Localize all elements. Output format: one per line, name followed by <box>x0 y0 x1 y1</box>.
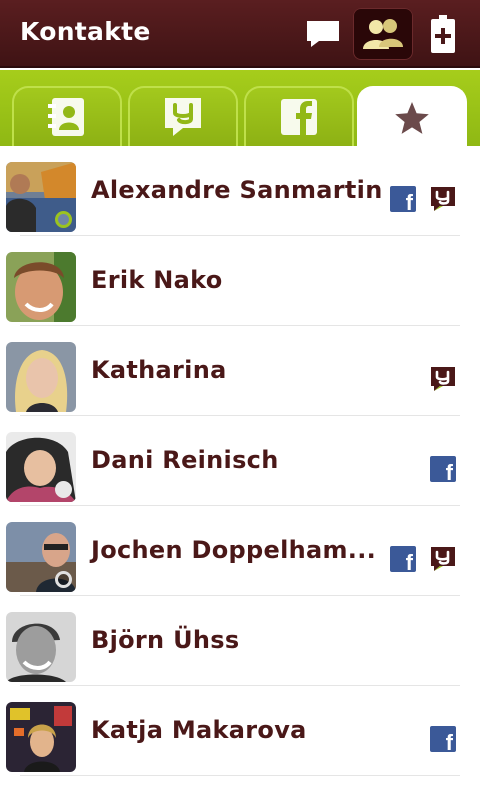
facebook-badge-icon: f <box>390 546 416 572</box>
contacts-button[interactable] <box>353 8 413 60</box>
top-bar: Kontakte <box>0 0 480 68</box>
contact-name: Dani Reinisch <box>91 446 279 474</box>
tab-facebook[interactable] <box>244 86 354 146</box>
contact-badges: f <box>430 456 456 482</box>
yap-icon <box>165 98 201 136</box>
contact-badges <box>430 366 456 392</box>
tab-address-book[interactable] <box>12 86 122 146</box>
contact-name: Alexandre Sanmartin <box>91 176 383 204</box>
contact-badges: f <box>430 726 456 752</box>
facebook-icon <box>281 99 317 135</box>
tab-bar <box>0 70 480 148</box>
tab-yap[interactable] <box>128 86 238 146</box>
avatar <box>6 162 76 232</box>
contact-name: Katja Makarova <box>91 716 307 744</box>
contact-name: Björn Ühss <box>91 626 240 654</box>
contact-row[interactable]: Erik Nako <box>6 236 460 326</box>
contact-list: Alexandre Sanmartin f Erik Nako Katharin… <box>0 146 480 776</box>
star-icon <box>395 102 429 134</box>
facebook-badge-icon: f <box>430 726 456 752</box>
yap-badge-icon <box>431 367 455 391</box>
contact-row[interactable]: Dani Reinisch f <box>6 416 460 506</box>
contact-row[interactable]: Alexandre Sanmartin f <box>6 146 460 236</box>
facebook-badge-icon: f <box>430 456 456 482</box>
facebook-badge-icon: f <box>390 186 416 212</box>
message-icon <box>307 21 339 47</box>
contact-row[interactable]: Katharina <box>6 326 460 416</box>
contact-row[interactable]: Björn Ühss <box>6 596 460 686</box>
status-idle-icon <box>55 571 72 588</box>
contact-row[interactable]: Katja Makarova f <box>6 686 460 776</box>
battery-button[interactable] <box>413 8 473 60</box>
app-title: Kontakte <box>20 17 151 46</box>
contact-name: Jochen Doppelham... <box>91 536 377 564</box>
avatar <box>6 702 76 772</box>
contact-name: Erik Nako <box>91 266 223 294</box>
status-away-icon <box>55 481 72 498</box>
tab-favorites[interactable] <box>357 86 467 148</box>
yap-badge-icon <box>431 547 455 571</box>
contact-name: Katharina <box>91 356 227 384</box>
yap-badge-icon <box>431 187 455 211</box>
avatar <box>6 612 76 682</box>
avatar <box>6 432 76 502</box>
address-book-icon <box>48 98 84 136</box>
avatar <box>6 522 76 592</box>
avatar <box>6 252 76 322</box>
contact-row[interactable]: Jochen Doppelham... f <box>6 506 460 596</box>
message-button[interactable] <box>293 8 353 60</box>
contact-badges: f <box>390 186 456 212</box>
battery-icon <box>431 15 455 53</box>
status-online-icon <box>55 211 72 228</box>
avatar <box>6 342 76 412</box>
contacts-icon <box>363 19 403 49</box>
contact-badges: f <box>390 546 456 572</box>
